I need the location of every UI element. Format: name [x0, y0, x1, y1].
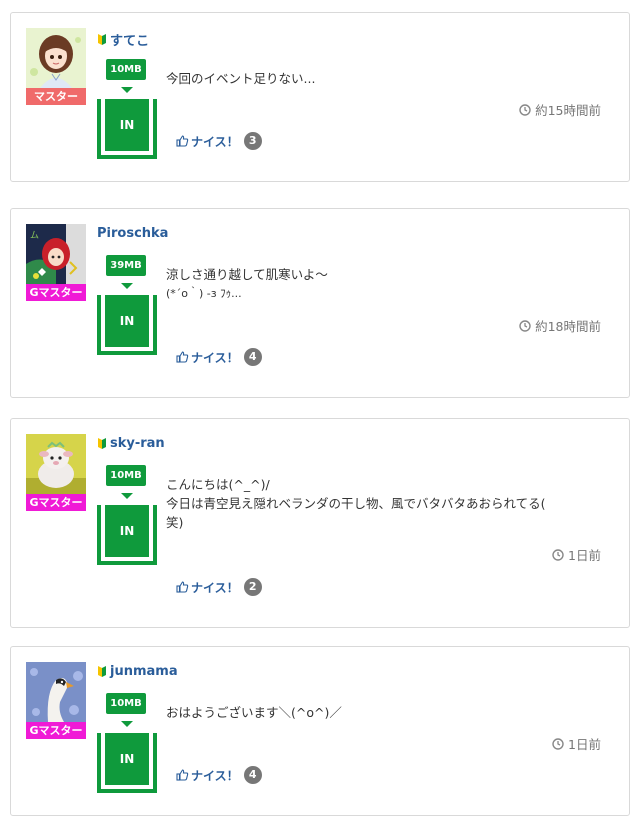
post-card: Gマスター sky-ran 10MB IN こんにちは(^_^)/ 今日は青空見…: [10, 418, 630, 628]
svg-text:ム: ム: [30, 230, 39, 241]
message: こんにちは(^_^)/ 今日は青空見え隠れベランダの干し物、風でバタバタあおられ…: [166, 475, 606, 532]
size-badge: 10MB: [106, 693, 146, 714]
rank-badge: マスター: [26, 88, 86, 105]
beginner-leaf-icon: [98, 666, 106, 677]
nice-button[interactable]: ナイス！ 4: [176, 348, 262, 366]
rank-badge: Gマスター: [26, 494, 86, 511]
rank-badge: Gマスター: [26, 722, 86, 739]
in-label: IN: [105, 733, 149, 785]
nice-button[interactable]: ナイス！ 3: [176, 132, 262, 150]
thumbs-up-icon: [176, 135, 189, 147]
user-name: Piroschka: [97, 226, 169, 241]
size-badge: 10MB: [106, 59, 146, 80]
beginner-leaf-icon: [98, 34, 106, 45]
avatar[interactable]: [26, 662, 86, 722]
nice-label: ナイス！: [191, 134, 239, 149]
nice-button[interactable]: ナイス！ 2: [176, 578, 262, 596]
timestamp: 1日前: [552, 734, 601, 753]
nice-label: ナイス！: [191, 580, 239, 595]
message-line: おはようございます＼(^o^)／: [166, 705, 342, 720]
beginner-leaf-icon: [98, 438, 106, 449]
timestamp: 約18時間前: [519, 316, 601, 335]
message-line: 今回のイベント足りない...: [166, 71, 316, 86]
message: 今回のイベント足りない...: [166, 69, 606, 88]
thumbs-up-icon: [176, 351, 189, 363]
clock-icon: [552, 548, 564, 561]
user-name-link[interactable]: Piroschka: [97, 226, 168, 241]
rank-badge: Gマスター: [26, 284, 86, 301]
user-name: junmama: [110, 664, 178, 679]
time-text: 約15時間前: [535, 103, 601, 118]
in-box[interactable]: IN: [97, 99, 157, 159]
message-line: 涼しさ通り越して肌寒いよ〜: [166, 267, 328, 282]
size-badge: 10MB: [106, 465, 146, 486]
clock-icon: [519, 103, 531, 116]
size-badge: 39MB: [106, 255, 146, 276]
nice-count: 2: [243, 578, 262, 596]
message-line: こんにちは(^_^)/: [166, 477, 270, 492]
user-name-link[interactable]: junmama: [97, 664, 178, 679]
timestamp: 1日前: [552, 545, 601, 564]
nice-label: ナイス！: [191, 350, 239, 365]
post-card: マスター すてこ 10MB IN 今回のイベント足りない... 約15時間前 ナ…: [10, 12, 630, 182]
user-name: すてこ: [110, 34, 150, 49]
post-card: ム Gマスター Piroschka 39MB IN 涼しさ通り越して肌寒いよ〜 …: [10, 208, 630, 398]
avatar-image: [26, 434, 86, 494]
thumbs-up-icon: [176, 769, 189, 781]
avatar[interactable]: [26, 28, 86, 88]
in-label: IN: [105, 99, 149, 151]
avatar[interactable]: ム: [26, 224, 86, 284]
time-text: 1日前: [568, 548, 601, 563]
in-box[interactable]: IN: [97, 295, 157, 355]
user-name-link[interactable]: すてこ: [97, 30, 149, 49]
nice-button[interactable]: ナイス！ 4: [176, 766, 262, 784]
message-line: 今日は青空見え隠れベランダの干し物、風でバタバタあおられてる(: [166, 496, 546, 511]
message: おはようございます＼(^o^)／: [166, 703, 606, 722]
in-label: IN: [105, 295, 149, 347]
in-box[interactable]: IN: [97, 505, 157, 565]
nice-count: 3: [243, 132, 262, 150]
nice-count: 4: [243, 348, 262, 366]
thumbs-up-icon: [176, 581, 189, 593]
size-arrow: [121, 87, 133, 93]
size-arrow: [121, 493, 133, 499]
avatar-image: ム: [26, 224, 86, 284]
clock-icon: [519, 319, 531, 332]
size-arrow: [121, 721, 133, 727]
avatar-image: [26, 662, 86, 722]
in-label: IN: [105, 505, 149, 557]
in-box[interactable]: IN: [97, 733, 157, 793]
nice-label: ナイス！: [191, 768, 239, 783]
timestamp: 約15時間前: [519, 100, 601, 119]
size-arrow: [121, 283, 133, 289]
clock-icon: [552, 737, 564, 750]
user-name: sky-ran: [110, 436, 165, 451]
message: 涼しさ通り越して肌寒いよ〜 (*´o｀) -з ﾌｩ...: [166, 265, 606, 303]
message-line: 笑): [166, 515, 184, 530]
nice-count: 4: [243, 766, 262, 784]
post-card: Gマスター junmama 10MB IN おはようございます＼(^o^)／ 1…: [10, 646, 630, 816]
user-name-link[interactable]: sky-ran: [97, 436, 165, 451]
time-text: 1日前: [568, 737, 601, 752]
avatar[interactable]: [26, 434, 86, 494]
time-text: 約18時間前: [535, 319, 601, 334]
message-line: (*´o｀) -з ﾌｩ...: [166, 287, 242, 300]
avatar-image: [26, 28, 86, 88]
